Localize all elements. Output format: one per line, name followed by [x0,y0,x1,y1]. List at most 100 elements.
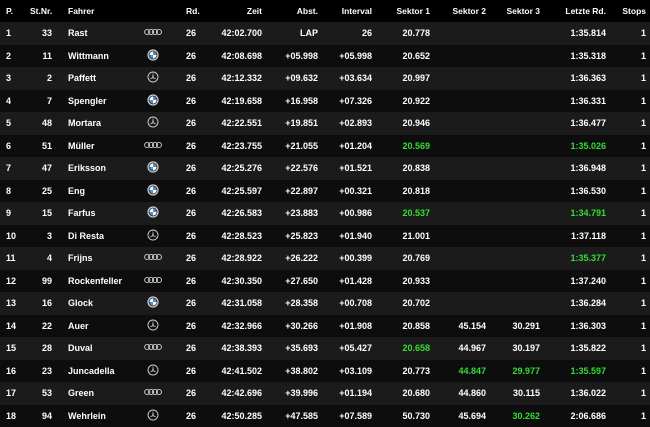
position-cell: 17 [6,382,26,405]
sector2-cell [442,157,486,180]
car-number-cell: 11 [30,45,52,68]
sector1-cell: 20.773 [386,360,430,383]
table-row[interactable]: 747Eriksson2642:25.276+22.576+01.52120.8… [0,157,650,180]
position-cell: 16 [6,360,26,383]
car-number-cell: 33 [30,22,52,45]
header-laps: Rd. [186,0,210,22]
driver-name-cell: Juncadella [68,360,142,383]
last-lap-cell: 1:35.597 [556,360,606,383]
table-row[interactable]: 1422Auer2642:32.966+30.266+01.90820.8584… [0,315,650,338]
driver-name-cell: Eng [68,180,142,203]
sector3-cell: 30.197 [496,337,540,360]
last-lap-cell: 1:37.118 [556,225,606,248]
table-row[interactable]: 1299Rockenfeller2642:30.350+27.650+01.42… [0,270,650,293]
sector3-cell: 29.977 [496,360,540,383]
laps-cell: 26 [186,112,210,135]
stops-cell: 1 [614,382,646,405]
position-cell: 8 [6,180,26,203]
table-row[interactable]: 548Mortara2642:22.551+19.851+02.89320.94… [0,112,650,135]
sector1-cell: 20.997 [386,67,430,90]
position-cell: 7 [6,157,26,180]
interval-cell: +07.589 [326,405,372,427]
table-row[interactable]: 103Di Resta2642:28.523+25.823+01.94021.0… [0,225,650,248]
interval-cell: +01.940 [326,225,372,248]
header-last-lap: Letzte Rd. [556,0,606,22]
sector2-cell [442,292,486,315]
last-lap-cell: 1:36.477 [556,112,606,135]
header-pos: P. [6,0,26,22]
table-row[interactable]: 915Farfus2642:26.583+23.883+00.98620.537… [0,202,650,225]
sector2-cell [442,90,486,113]
position-cell: 1 [6,22,26,45]
stops-cell: 1 [614,67,646,90]
interval-cell: +00.986 [326,202,372,225]
gap-cell: +47.585 [270,405,318,427]
last-lap-cell: 1:35.822 [556,337,606,360]
car-number-cell: 16 [30,292,52,315]
stops-cell: 1 [614,292,646,315]
header-stops: Stops [614,0,646,22]
sector1-cell: 20.702 [386,292,430,315]
last-lap-cell: 1:36.284 [556,292,606,315]
driver-name-cell: Eriksson [68,157,142,180]
table-row[interactable]: 1753Green2642:42.696+39.996+01.19420.680… [0,382,650,405]
sector1-cell: 20.652 [386,45,430,68]
table-row[interactable]: 32Paffett2642:12.332+09.632+03.63420.997… [0,67,650,90]
race-time-cell: 42:26.583 [218,202,262,225]
car-number-cell: 47 [30,157,52,180]
interval-cell: +02.893 [326,112,372,135]
timing-table: P. St.Nr. Fahrer Rd. Zeit Abst. Interval… [0,0,650,425]
last-lap-cell: 1:35.814 [556,22,606,45]
position-cell: 12 [6,270,26,293]
header-interval: Interval [326,0,372,22]
table-row[interactable]: 651Müller2642:23.755+21.055+01.20420.569… [0,135,650,158]
sector3-cell: 30.115 [496,382,540,405]
sector2-cell [442,202,486,225]
laps-cell: 26 [186,157,210,180]
interval-cell: +03.634 [326,67,372,90]
table-row[interactable]: 1894Wehrlein2642:50.285+47.585+07.58950.… [0,405,650,427]
table-row[interactable]: 1316Glock2642:31.058+28.358+00.70820.702… [0,292,650,315]
race-time-cell: 42:31.058 [218,292,262,315]
last-lap-cell: 1:36.303 [556,315,606,338]
race-time-cell: 42:02.700 [218,22,262,45]
table-row[interactable]: 133Rast2642:02.700LAP2620.7781:35.8141 [0,22,650,45]
gap-cell: +30.266 [270,315,318,338]
bmw-logo-icon [143,296,163,308]
table-row[interactable]: 1528Duval2642:38.393+35.693+05.42720.658… [0,337,650,360]
sector3-cell [496,180,540,203]
table-row[interactable]: 114Frijns2642:28.922+26.222+00.39920.769… [0,247,650,270]
interval-cell: +01.521 [326,157,372,180]
stops-cell: 1 [614,135,646,158]
interval-cell: +05.998 [326,45,372,68]
sector1-cell: 20.946 [386,112,430,135]
laps-cell: 26 [186,270,210,293]
sector2-cell: 44.847 [442,360,486,383]
laps-cell: 26 [186,45,210,68]
header-number: St.Nr. [30,0,62,22]
sector3-cell: 30.291 [496,315,540,338]
stops-cell: 1 [614,270,646,293]
last-lap-cell: 1:35.026 [556,135,606,158]
driver-name-cell: Farfus [68,202,142,225]
sector1-cell: 20.680 [386,382,430,405]
laps-cell: 26 [186,337,210,360]
sector1-cell: 20.778 [386,22,430,45]
mercedes-logo-icon [143,364,163,376]
table-row[interactable]: 1623Juncadella2642:41.502+38.802+03.1092… [0,360,650,383]
car-number-cell: 51 [30,135,52,158]
table-row[interactable]: 211Wittmann2642:08.698+05.998+05.99820.6… [0,45,650,68]
race-time-cell: 42:12.332 [218,67,262,90]
audi-logo-icon [143,274,163,286]
interval-cell: +00.321 [326,180,372,203]
driver-name-cell: Frijns [68,247,142,270]
laps-cell: 26 [186,292,210,315]
laps-cell: 26 [186,315,210,338]
last-lap-cell: 1:36.363 [556,67,606,90]
sector2-cell [442,45,486,68]
last-lap-cell: 1:35.318 [556,45,606,68]
table-row[interactable]: 825Eng2642:25.597+22.897+00.32120.8181:3… [0,180,650,203]
header-driver: Fahrer [68,0,138,22]
table-row[interactable]: 47Spengler2642:19.658+16.958+07.32620.92… [0,90,650,113]
mercedes-logo-icon [143,116,163,128]
